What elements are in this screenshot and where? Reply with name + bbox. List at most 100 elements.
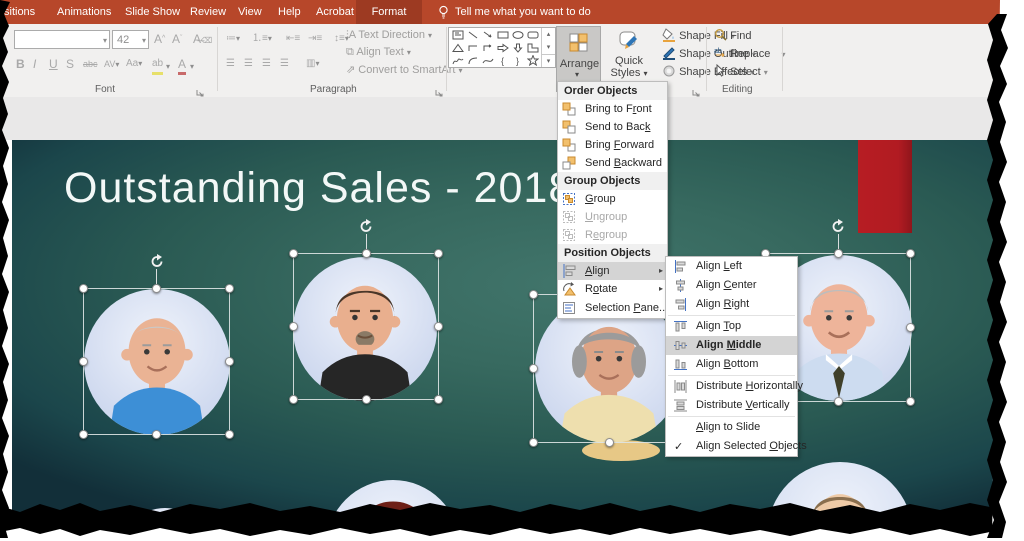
select-button[interactable]: Select ▾ (714, 63, 768, 81)
bold-button[interactable]: B (16, 56, 25, 72)
line-shape-icon[interactable] (465, 28, 480, 41)
highlight-color-button[interactable]: ab (152, 56, 163, 75)
right-arrow-shape-icon[interactable] (495, 41, 510, 54)
resize-handle-n[interactable] (362, 249, 371, 258)
photo-person-7[interactable] (575, 508, 655, 541)
font-color-dropdown-icon[interactable]: ▾ (190, 62, 194, 71)
resize-handle-se[interactable] (434, 395, 443, 404)
clear-formatting-button[interactable]: A̶⌫ (193, 31, 212, 49)
corner-shape-icon[interactable] (525, 41, 540, 54)
rounded-rectangle-shape-icon[interactable] (525, 28, 540, 41)
text-shadow-button[interactable]: S (66, 56, 74, 72)
resize-handle-ne[interactable] (906, 249, 915, 258)
tab-slide-show[interactable]: Slide Show (125, 0, 180, 24)
down-arrow-shape-icon[interactable] (510, 41, 525, 54)
bullets-button[interactable]: ≔▾ (226, 31, 240, 47)
resize-handle-e[interactable] (434, 322, 443, 331)
curve-shape-icon[interactable] (480, 54, 495, 67)
selection-box-person-2[interactable] (293, 253, 439, 400)
menu-item-send-backward[interactable]: Send Backward (558, 154, 667, 172)
resize-handle-e[interactable] (225, 357, 234, 366)
submenu-item-align-bottom[interactable]: Align Bottom (666, 355, 797, 374)
menu-item-align[interactable]: Align ▸ (558, 262, 667, 280)
submenu-item-align-selected-objects[interactable]: ✓ Align Selected Objects (666, 437, 797, 456)
submenu-item-align-center[interactable]: Align Center (666, 276, 797, 295)
left-brace-shape-icon[interactable]: { (495, 54, 510, 67)
text-direction-button[interactable]: ⫶A Text Direction ▾ (346, 29, 432, 42)
tab-review[interactable]: Review (190, 0, 226, 24)
resize-handle-s[interactable] (605, 438, 614, 447)
submenu-item-align-top[interactable]: Align Top (666, 317, 797, 336)
red-rectangle-shape[interactable] (858, 140, 912, 233)
strikethrough-button[interactable]: abc (83, 56, 98, 72)
rotate-handle[interactable] (358, 218, 374, 234)
resize-handle-nw[interactable] (289, 249, 298, 258)
slide-title[interactable]: Outstanding Sales - 2018 (64, 164, 573, 213)
photo-person-6[interactable] (326, 480, 460, 541)
character-spacing-button[interactable]: AV▾ (104, 56, 119, 73)
justify-button[interactable]: ☰ (280, 56, 289, 72)
resize-handle-s[interactable] (152, 430, 161, 439)
align-text-button[interactable]: ⧉ Align Text ▾ (346, 46, 411, 59)
tab-transitions[interactable]: sitions (4, 0, 35, 24)
resize-handle-se[interactable] (225, 430, 234, 439)
tab-animations[interactable]: Animations (57, 0, 111, 24)
photo-person-5[interactable] (120, 508, 210, 541)
tab-view[interactable]: View (238, 0, 262, 24)
resize-handle-w[interactable] (289, 322, 298, 331)
resize-handle-nw[interactable] (529, 290, 538, 299)
rotate-handle[interactable] (830, 218, 846, 234)
gallery-scroll-up-icon[interactable]: ▴ (542, 28, 555, 41)
resize-handle-ne[interactable] (434, 249, 443, 258)
align-right-button[interactable]: ☰ (262, 56, 271, 72)
oval-shape-icon[interactable] (510, 28, 525, 41)
columns-button[interactable]: ▥▾ (306, 56, 319, 72)
photo-person-8[interactable] (767, 462, 913, 541)
triangle-shape-icon[interactable] (450, 41, 465, 54)
tab-format[interactable]: Format (356, 0, 422, 24)
resize-handle-s[interactable] (362, 395, 371, 404)
menu-item-bring-to-front[interactable]: Bring to Front (558, 100, 667, 118)
resize-handle-nw[interactable] (79, 284, 88, 293)
submenu-item-align-middle[interactable]: Align Middle (666, 336, 797, 355)
rectangle-shape-icon[interactable] (495, 28, 510, 41)
find-button[interactable]: Find (714, 27, 751, 45)
right-brace-shape-icon[interactable]: } (510, 54, 525, 67)
submenu-item-align-to-slide[interactable]: Align to Slide (666, 418, 797, 437)
decrease-indent-button[interactable]: ⇤≡ (286, 31, 300, 47)
replace-button[interactable]: ab Replace ▾ (714, 45, 786, 63)
tab-help[interactable]: Help (278, 0, 301, 24)
resize-handle-sw[interactable] (529, 438, 538, 447)
submenu-item-distribute-horizontally[interactable]: Distribute Horizontally (666, 377, 797, 396)
scribble-shape-icon[interactable] (450, 54, 465, 67)
resize-handle-sw[interactable] (79, 430, 88, 439)
submenu-item-distribute-vertically[interactable]: Distribute Vertically (666, 396, 797, 415)
star-shape-icon[interactable] (525, 54, 540, 67)
gallery-scroll-down-icon[interactable]: ▾ (542, 41, 555, 54)
font-color-button[interactable]: A (178, 56, 186, 75)
increase-indent-button[interactable]: ⇥≡ (308, 31, 322, 47)
elbow-arrow-connector-icon[interactable] (480, 41, 495, 54)
rotate-handle[interactable] (149, 253, 165, 269)
font-name-combobox[interactable]: ▾ (14, 30, 110, 49)
align-center-button[interactable]: ☰ (244, 56, 253, 72)
increase-font-size-button[interactable]: A^ (154, 31, 165, 47)
elbow-connector-icon[interactable] (465, 41, 480, 54)
resize-handle-n[interactable] (152, 284, 161, 293)
resize-handle-w[interactable] (79, 357, 88, 366)
decrease-font-size-button[interactable]: Aˇ (172, 31, 182, 47)
menu-item-send-to-back[interactable]: Send to Back (558, 118, 667, 136)
selection-box-person-1[interactable] (83, 288, 230, 435)
slide-canvas[interactable]: Outstanding Sales - 2018 (12, 140, 996, 541)
font-size-combobox[interactable]: 42▾ (112, 30, 149, 49)
menu-item-group[interactable]: Group (558, 190, 667, 208)
shapes-gallery[interactable]: { } ▴ ▾ ▾ (448, 27, 556, 68)
tell-me-box[interactable]: Tell me what you want to do (455, 0, 591, 24)
resize-handle-n[interactable] (834, 249, 843, 258)
resize-handle-sw[interactable] (289, 395, 298, 404)
submenu-item-align-left[interactable]: Align Left (666, 257, 797, 276)
menu-item-bring-forward[interactable]: Bring Forward (558, 136, 667, 154)
arrow-shape-icon[interactable] (480, 28, 495, 41)
tab-acrobat[interactable]: Acrobat (316, 0, 354, 24)
align-left-button[interactable]: ☰ (226, 56, 235, 72)
